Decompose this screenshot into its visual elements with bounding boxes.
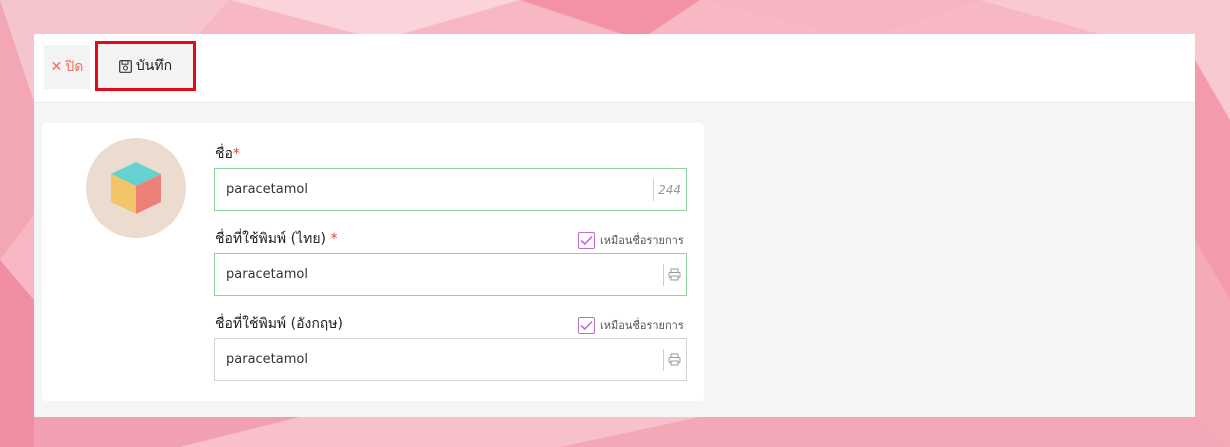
print-name-th-input[interactable]: paracetamol <box>214 253 687 296</box>
main-panel: ✕ ปิด บันทึก ชื่อ* paracetamol 244 ชื่อท… <box>34 34 1195 417</box>
close-button-label: ปิด <box>65 59 84 75</box>
required-mark: * <box>330 231 338 247</box>
printer-icon[interactable] <box>663 348 686 371</box>
save-button[interactable]: บันทึก <box>95 41 196 91</box>
close-icon: ✕ <box>50 59 63 75</box>
print-name-th-label: ชื่อที่ใช้พิมพ์ (ไทย) * <box>215 228 337 250</box>
same-as-label: เหมือนชื่อรายการ <box>600 319 684 332</box>
same-as-item-checkbox-th[interactable]: เหมือนชื่อรายการ <box>578 231 684 249</box>
print-name-en-label: ชื่อที่ใช้พิมพ์ (อังกฤษ) <box>215 313 343 335</box>
save-icon <box>119 59 132 73</box>
product-avatar[interactable] <box>86 138 186 238</box>
cube-icon <box>111 162 161 214</box>
char-count: 244 <box>653 178 686 201</box>
required-mark: * <box>232 146 240 162</box>
checkmark-icon <box>580 320 593 330</box>
same-as-label: เหมือนชื่อรายการ <box>600 234 684 247</box>
name-input-value: paracetamol <box>226 182 308 197</box>
close-button[interactable]: ✕ ปิด <box>44 45 90 89</box>
print-name-en-input[interactable]: paracetamol <box>214 338 687 381</box>
checkbox[interactable] <box>578 316 595 334</box>
save-button-label: บันทึก <box>135 58 173 74</box>
name-label-text: ชื่อ <box>215 146 233 162</box>
name-label: ชื่อ* <box>215 143 240 165</box>
print-name-th-label-text: ชื่อที่ใช้พิมพ์ (ไทย) <box>215 231 327 247</box>
product-form-card: ชื่อ* paracetamol 244 ชื่อที่ใช้พิมพ์ (ไ… <box>42 123 704 401</box>
toolbar: ✕ ปิด บันทึก <box>34 34 1195 103</box>
checkmark-icon <box>580 235 593 245</box>
checkbox[interactable] <box>578 231 595 249</box>
printer-icon[interactable] <box>663 263 686 286</box>
print-name-en-value: paracetamol <box>226 352 308 367</box>
print-name-en-label-text: ชื่อที่ใช้พิมพ์ (อังกฤษ) <box>215 316 343 332</box>
same-as-item-checkbox-en[interactable]: เหมือนชื่อรายการ <box>578 316 684 334</box>
print-name-th-value: paracetamol <box>226 267 308 282</box>
name-input[interactable]: paracetamol 244 <box>214 168 687 211</box>
